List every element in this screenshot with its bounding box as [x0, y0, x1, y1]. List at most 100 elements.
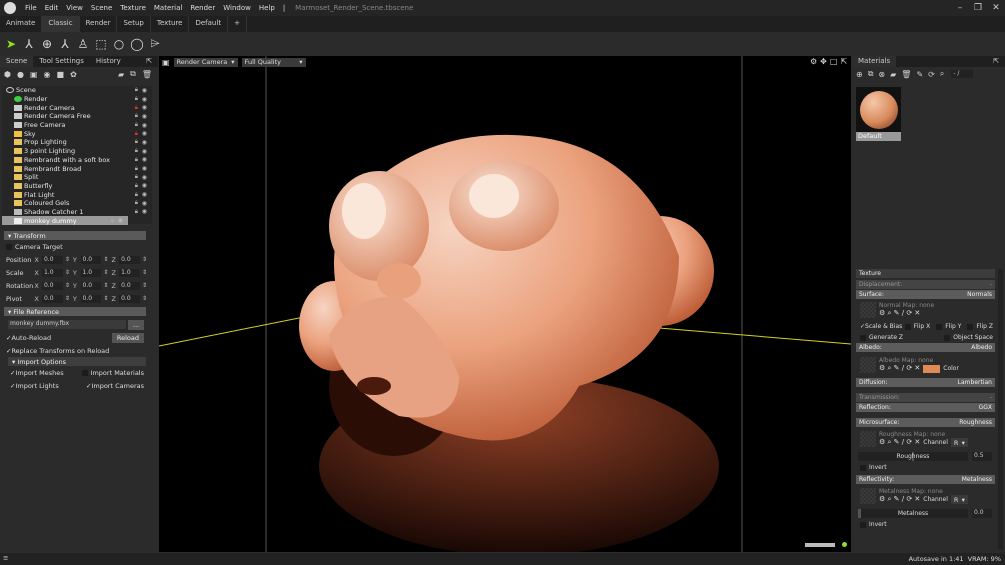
picker-icon[interactable]: ✎	[916, 70, 923, 79]
spinner-icon[interactable]: ⇕	[103, 282, 108, 289]
x-field[interactable]: 1.0	[41, 268, 63, 277]
lock-icon[interactable]: 🔒︎	[135, 138, 138, 146]
reflectivity-header[interactable]: Reflectivity: Metalness	[856, 475, 995, 484]
reload-button[interactable]: Reload	[111, 332, 144, 343]
metalness-slider[interactable]: Metalness	[858, 509, 968, 518]
roughness-invert-checkbox[interactable]	[860, 464, 866, 471]
lock-icon[interactable]: 🔒︎	[135, 121, 138, 129]
object-space-checkbox[interactable]	[944, 334, 951, 341]
texture-header[interactable]: Texture	[856, 269, 995, 278]
visibility-eye-icon[interactable]: ◉	[142, 87, 147, 94]
roughness-value-field[interactable]: 0.5	[972, 452, 992, 461]
roughness-map-slot[interactable]	[860, 431, 876, 447]
fullscreen-icon[interactable]: ⇱	[840, 57, 847, 66]
scene-tree-item[interactable]: Sky 🔒︎ ◉	[2, 129, 152, 138]
gear-icon[interactable]: ⚙	[810, 57, 817, 66]
z-field[interactable]: 1.0	[119, 268, 140, 277]
transform-header[interactable]: ▾ Transform	[4, 231, 146, 240]
visibility-eye-icon[interactable]: ◉	[142, 122, 147, 129]
scene-tree-item[interactable]: Prop Lighting 🔒︎ ◉	[2, 138, 152, 147]
x-field[interactable]: 0.0	[41, 255, 63, 264]
metalness-invert-checkbox[interactable]	[860, 521, 866, 528]
scene-tree-item[interactable]: Scene 🔒︎ ◉	[2, 86, 152, 95]
menu-view[interactable]: View	[62, 4, 87, 12]
scene-tree-item[interactable]: Render Camera Free 🔒︎ ◉	[2, 112, 152, 121]
spinner-icon[interactable]: ⇕	[103, 256, 108, 263]
quality-dropdown[interactable]: Full Quality ▾	[241, 57, 306, 67]
menu-render[interactable]: Render	[186, 4, 219, 12]
diffusion-header[interactable]: Diffusion: Lambertian	[856, 378, 995, 387]
select-object-icon[interactable]: ♙	[76, 37, 90, 51]
material-thumbnail[interactable]: Default	[856, 87, 901, 143]
lock-icon[interactable]: 🔒︎	[135, 199, 138, 207]
duplicate-icon[interactable]: ⧉	[130, 69, 136, 79]
scale-icon[interactable]: ⅄	[58, 37, 72, 51]
scene-tree-item[interactable]: Coloured Gels 🔒︎ ◉	[2, 199, 152, 208]
3d-viewport[interactable]	[159, 56, 851, 552]
scene-tree-item[interactable]: monkey dummy 🔒︎ ◉	[2, 216, 128, 225]
polygon-select-icon[interactable]: ⌲	[148, 36, 162, 51]
popout-icon[interactable]: ⇱	[987, 56, 1005, 67]
file-reference-header[interactable]: ▾ File Reference	[4, 307, 146, 316]
metalness-map-slot[interactable]	[860, 488, 876, 504]
add-light-icon[interactable]: ●	[17, 70, 24, 79]
lock-icon[interactable]: 🔒︎	[135, 95, 138, 103]
menu-texture[interactable]: Texture	[116, 4, 150, 12]
add-camera-icon[interactable]: ▣	[30, 70, 38, 79]
spinner-icon[interactable]: ⇕	[103, 295, 108, 302]
roughness-slider[interactable]: Roughness	[858, 452, 968, 461]
rotate-icon[interactable]: ⊕	[40, 37, 54, 51]
spinner-icon[interactable]: ⇕	[65, 256, 70, 263]
rect-select-icon[interactable]: ⬚	[94, 37, 108, 51]
close-icon[interactable]: ✕	[987, 3, 1005, 13]
duplicate-material-icon[interactable]: ⧉	[868, 69, 874, 79]
circle-select-icon[interactable]: ○	[112, 37, 126, 51]
lock-icon[interactable]: 🔒︎	[135, 191, 138, 199]
metalness-value-field[interactable]: 0.0	[972, 509, 992, 518]
move-view-icon[interactable]: ✥	[820, 57, 827, 66]
spinner-icon[interactable]: ⇕	[142, 295, 147, 302]
flip-y-checkbox[interactable]	[936, 323, 943, 330]
frame-icon[interactable]: □	[830, 57, 838, 66]
spinner-icon[interactable]: ⇕	[142, 282, 147, 289]
visibility-eye-icon[interactable]: ◉	[142, 139, 147, 146]
browse-button[interactable]: ...	[128, 319, 145, 330]
move-icon[interactable]: ⅄	[22, 37, 36, 51]
scene-tree-item[interactable]: Split 🔒︎ ◉	[2, 173, 152, 182]
visibility-eye-icon[interactable]: ◉	[118, 217, 123, 224]
camera-icon[interactable]: ▣	[162, 58, 170, 67]
add-sky-icon[interactable]: ◉	[44, 70, 51, 79]
scene-tree-item[interactable]: Shadow Catcher 1 🔒︎ ◉	[2, 208, 152, 217]
y-field[interactable]: 0.0	[80, 294, 102, 303]
spinner-icon[interactable]: ⇕	[103, 269, 108, 276]
import-options-header[interactable]: ▾ Import Options	[8, 357, 146, 366]
materials-scrollbar[interactable]	[998, 269, 1003, 549]
y-field[interactable]: 1.0	[80, 268, 102, 277]
lasso-select-icon[interactable]: ◯	[130, 37, 144, 51]
map-tools-icon[interactable]: ⚙ ⌕ ✎ / ⟳ ✕	[879, 495, 920, 504]
delete-icon[interactable]: 🗑	[142, 70, 152, 79]
scene-tree-item[interactable]: Rembrandt Broad 🔒︎ ◉	[2, 164, 152, 173]
z-field[interactable]: 0.0	[119, 255, 140, 264]
scene-tree-item[interactable]: 3 point Lighting 🔒︎ ◉	[2, 147, 152, 156]
lock-icon[interactable]: 🔒︎	[135, 165, 138, 173]
spinner-icon[interactable]: ⇕	[142, 256, 147, 263]
scene-tree-item[interactable]: Render Camera 🔒︎ ◉	[2, 103, 152, 112]
lock-icon[interactable]: 🔒︎	[135, 104, 138, 112]
add-render-icon[interactable]: ✿	[70, 70, 77, 79]
maximize-icon[interactable]: ❐	[969, 3, 987, 13]
generate-z-checkbox[interactable]	[860, 334, 866, 341]
visibility-eye-icon[interactable]: ◉	[142, 174, 147, 181]
import-materials-checkbox[interactable]	[81, 369, 88, 376]
spinner-icon[interactable]: ⇕	[65, 282, 70, 289]
lock-icon[interactable]: 🔒︎	[135, 182, 138, 190]
channel-dropdown[interactable]: R ▾	[950, 495, 968, 504]
tab-animate[interactable]: Animate	[0, 16, 43, 32]
select-arrow-icon[interactable]: ➤	[4, 37, 18, 51]
scene-tree-item[interactable]: Render 🔒︎ ◉	[2, 95, 152, 104]
tab-materials[interactable]: Materials	[852, 56, 897, 67]
visibility-eye-icon[interactable]: ◉	[142, 96, 147, 103]
map-tools-icon[interactable]: ⚙ ⌕ ✎ / ⟳ ✕	[879, 364, 920, 373]
visibility-eye-icon[interactable]: ◉	[142, 104, 147, 111]
search-icon[interactable]: ⌕	[940, 69, 944, 79]
